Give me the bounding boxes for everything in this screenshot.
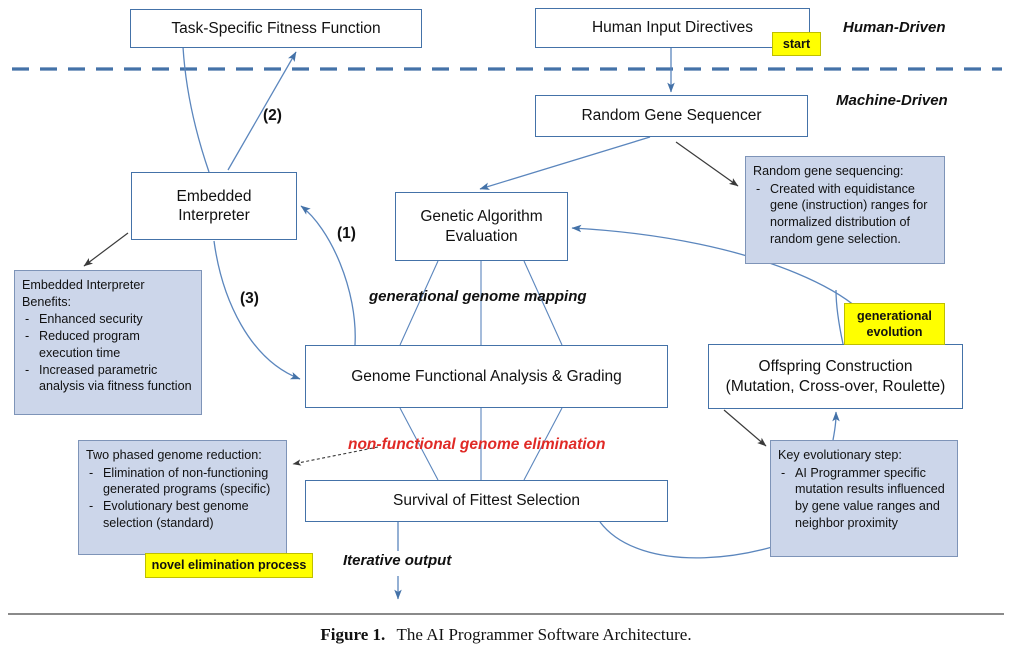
note-header: Key evolutionary step: [778,448,902,462]
note-item: Elimination of non-functioning generated… [86,465,279,498]
edge-label-text: non-functional genome elimination [348,436,606,453]
edge-label-step-2: (2) [263,107,282,125]
edge-interpreter-to-genome-3 [213,240,301,380]
highlight-label: start [782,36,811,51]
note-list: Elimination of non-functioning generated… [86,465,279,532]
node-human-input-directives[interactable]: Human Input Directives [535,8,810,48]
node-embedded-interpreter[interactable]: Embedded Interpreter [131,172,297,240]
note-list: Created with equidistance gene (instruct… [753,181,937,248]
annotation-key-evolutionary-step [723,409,767,447]
node-label-line1: Offspring Construction [758,358,913,376]
highlight-label: generational evolution [857,308,932,339]
edge-label-text: Iterative output [343,552,452,569]
annotation-sequencer-note [675,141,739,187]
figure-caption: Figure 1. The AI Programmer Software Arc… [0,625,1012,645]
edge-label-step-1: (1) [337,225,356,243]
note-header: Two phased genome reduction: [86,448,262,462]
lane-label-human-driven: Human-Driven [843,19,946,36]
node-genome-functional-analysis[interactable]: Genome Functional Analysis & Grading [305,345,668,408]
edge-label-iterative-output: Iterative output [343,552,451,569]
note-key-evolutionary-step: Key evolutionary step: AI Programmer spe… [770,440,958,557]
node-genetic-algorithm-evaluation[interactable]: Genetic Algorithm Evaluation [395,192,568,261]
edge-interpreter-to-fitness [227,51,297,171]
note-item: AI Programmer specific mutation results … [778,465,950,532]
lane-label-machine-driven: Machine-Driven [836,92,948,109]
node-label: Genome Functional Analysis & Grading [351,367,622,385]
node-offspring-construction[interactable]: Offspring Construction (Mutation, Cross-… [708,344,963,409]
lane-text: Human-Driven [843,19,946,36]
edge-label-generational-genome-mapping: generational genome mapping [369,288,587,305]
figure-caption-text: The AI Programmer Software Architecture. [396,625,692,644]
node-label-line2: (Mutation, Cross-over, Roulette) [725,377,946,395]
highlight-start: start [772,32,821,56]
note-header: Embedded Interpreter Benefits: [22,278,145,309]
note-item: Created with equidistance gene (instruct… [753,181,937,248]
node-label-line1: Embedded [176,187,252,205]
node-task-specific-fitness-function[interactable]: Task-Specific Fitness Function [130,9,422,48]
node-label: Random Gene Sequencer [581,107,762,125]
edge-label-text: (2) [263,107,282,124]
note-item: Reduced program execution time [22,328,194,361]
highlight-novel-elimination-process: novel elimination process [145,553,313,578]
node-label-line2: Interpreter [178,207,250,224]
edge-key-step-to-offspring [832,411,840,441]
node-random-gene-sequencer[interactable]: Random Gene Sequencer [535,95,808,137]
note-list: Enhanced security Reduced program execut… [22,311,194,395]
highlight-generational-evolution: generational evolution [844,303,945,345]
node-label-line1: Genetic Algorithm [420,208,543,226]
caption-divider-rule [8,613,1004,615]
note-two-phased-genome-reduction: Two phased genome reduction: Elimination… [78,440,287,555]
annotation-interpreter-benefits [83,232,129,267]
edge-label-step-3: (3) [240,290,259,308]
edge-label-text: (1) [337,225,356,242]
note-item: Increased parametric analysis via fitnes… [22,362,194,395]
node-survival-of-fittest-selection[interactable]: Survival of Fittest Selection [305,480,668,522]
figure-caption-label: Figure 1. [320,625,386,644]
edge-label-text: (3) [240,290,259,307]
node-label: Task-Specific Fitness Function [171,19,381,37]
lane-text: Machine-Driven [836,92,948,109]
note-random-gene-sequencing: Random gene sequencing: Created with equ… [745,156,945,264]
edge-generational-evolution-curve [835,289,844,345]
edge-label-text: generational genome mapping [369,288,587,305]
highlight-label: novel elimination process [151,558,307,573]
node-label-line2: Evaluation [445,227,518,245]
node-label: Human Input Directives [591,19,754,37]
figure-canvas: Task-Specific Fitness Function Human Inp… [0,0,1012,654]
note-item: Evolutionary best genome selection (stan… [86,498,279,531]
note-item: Enhanced security [22,311,194,328]
edge-fitness-to-interpreter [182,46,210,173]
note-header: Random gene sequencing: [753,164,904,178]
node-label: Survival of Fittest Selection [393,492,580,510]
edge-label-non-functional-genome-elimination: non-functional genome elimination [348,436,605,454]
note-embedded-interpreter-benefits: Embedded Interpreter Benefits: Enhanced … [14,270,202,415]
note-list: AI Programmer specific mutation results … [778,465,950,532]
edge-sequencer-to-ga-eval [479,136,651,190]
